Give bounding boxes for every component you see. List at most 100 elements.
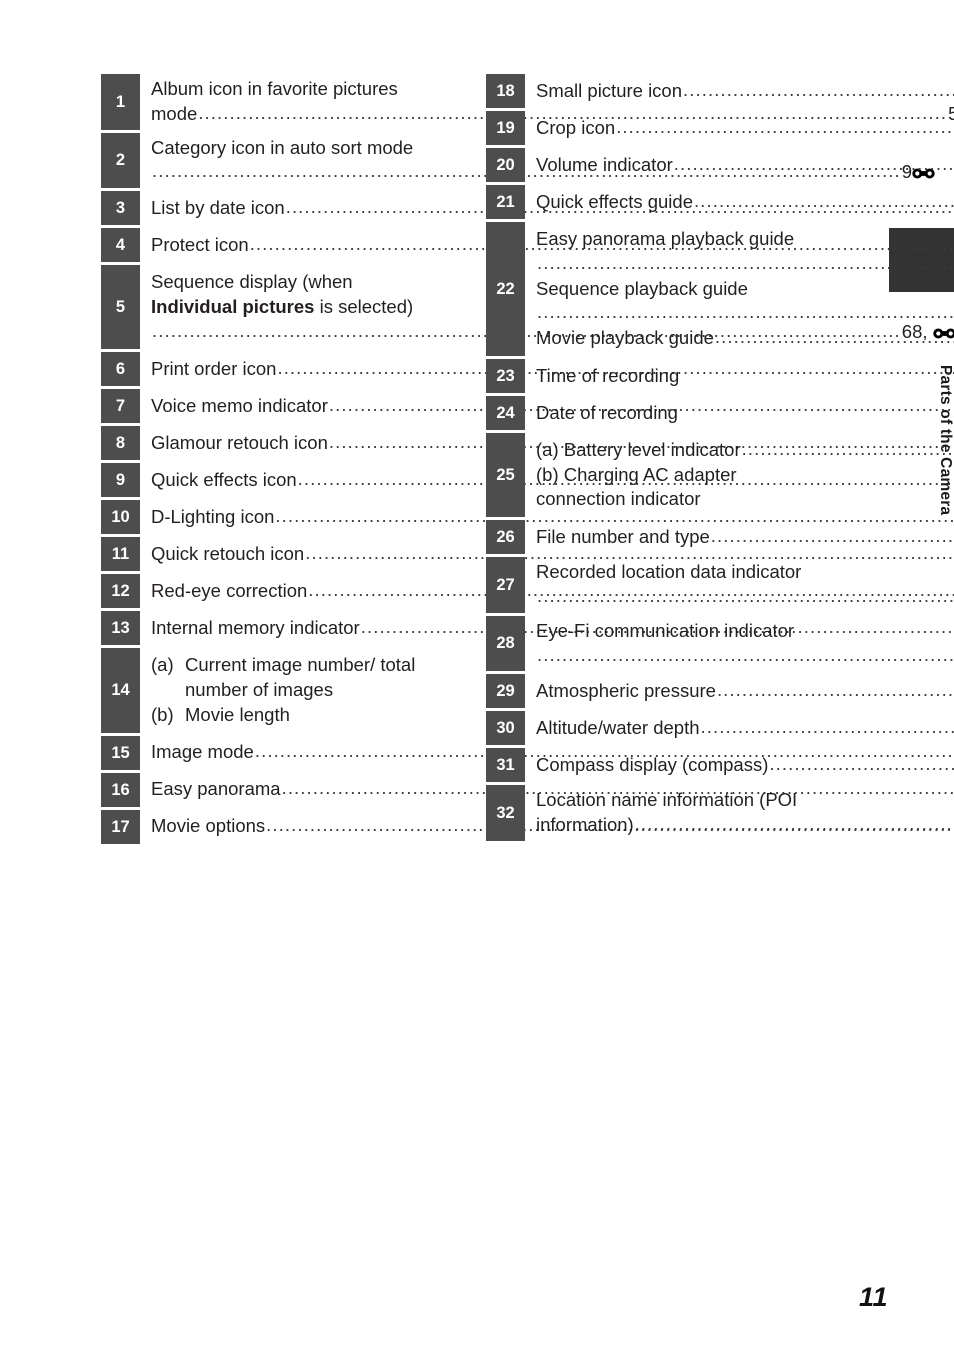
entry-text-line: Eye-Fi communication indicator — [536, 619, 795, 641]
item-entry: Time of recording — [525, 359, 842, 393]
item-entry: Eye-Fi communication indicator..........… — [525, 616, 954, 672]
entry-label: Protect icon — [151, 233, 249, 255]
entry-leader-line: ........................................… — [536, 252, 954, 277]
list-item: 31 Compass display (compass).............… — [486, 748, 954, 783]
entry-leader-line: File number and type....................… — [536, 525, 954, 550]
item-entry: Date of recording — [525, 396, 842, 430]
entry-label: Red-eye correction — [151, 580, 308, 602]
sublist-text: Movie length — [185, 704, 290, 726]
item-number-chip: 1 — [101, 74, 140, 130]
item-number-chip: 29 — [486, 674, 525, 709]
entry-label: Quick retouch icon — [151, 543, 305, 565]
entry-label: List by date icon — [151, 196, 285, 218]
entry-label: Movie playback guide — [536, 327, 714, 349]
item-number-chip: 14 — [101, 648, 140, 733]
entry-label: D-Lighting icon — [151, 506, 275, 528]
entry-label: Glamour retouch icon — [151, 432, 328, 454]
item-number-chip: 4 — [101, 228, 140, 263]
item-number-chip: 10 — [101, 500, 140, 535]
item-number-chip: 21 — [486, 185, 525, 219]
item-entry: (a) Battery level indicator.............… — [525, 433, 954, 517]
entry-text-line: (b) Charging AC adapter — [536, 463, 737, 485]
entry-label: Easy panorama — [151, 778, 281, 800]
sublist-tag: (a) — [151, 654, 174, 676]
item-number-chip: 17 — [101, 809, 140, 844]
entry-text-line: connection indicator — [536, 488, 701, 510]
item-number-chip: 25 — [486, 432, 525, 518]
manual-page: Parts of the Camera 1 Album icon in favor… — [0, 0, 954, 1345]
item-number-chip: 7 — [101, 389, 140, 424]
item-number-chip: 16 — [101, 772, 140, 807]
entry-leader-line: information)............................… — [536, 813, 954, 838]
item-number-chip: 27 — [486, 557, 525, 613]
list-item: 6 Print order icon.......................… — [101, 352, 954, 387]
leader-dots: ........................................… — [714, 326, 954, 348]
list-item: 21 Quick effects guide...................… — [486, 185, 954, 219]
item-entry: Crop icon...............................… — [525, 111, 954, 145]
entry-label: Quick effects guide — [536, 190, 693, 212]
sublist-tag: (b) — [151, 704, 174, 726]
entry-label: File number and type — [536, 525, 710, 547]
list-item: 14 (a) Current image number/ total number … — [101, 648, 457, 733]
list-item: 18 Small picture icon....................… — [486, 74, 954, 108]
item-entry: Volume indicator........................… — [525, 148, 954, 182]
entry-label: Altitude/water depth — [536, 716, 700, 738]
list-item: 5 Sequence display (when Individual pictur… — [101, 265, 954, 350]
item-sublist: (a) Current image number/ total number of… — [151, 653, 457, 727]
item-number-chip: 8 — [101, 426, 140, 461]
entry-label: Image mode — [151, 741, 254, 763]
entry-emphasis: Individual pictures — [151, 295, 315, 317]
item-entry: Location name information (POI informatio… — [525, 785, 954, 841]
item-number-chip: 12 — [101, 574, 140, 609]
item-number-chip: 22 — [486, 222, 525, 356]
entry-leader-line: ........................................… — [536, 585, 954, 610]
entry-label: Compass display (compass) — [536, 753, 769, 775]
item-entry: Altitude/water depth....................… — [525, 711, 954, 745]
item-number-chip: 24 — [486, 395, 525, 430]
item-number-chip: 18 — [486, 74, 525, 108]
list-item: 26 File number and type..................… — [486, 520, 954, 555]
leader-dots: ........................................… — [673, 152, 954, 174]
entry-leader-line: Movie playback guide....................… — [536, 326, 954, 351]
list-item: 19 Crop icon.............................… — [486, 111, 954, 145]
item-entry: Compass display (compass)...............… — [525, 748, 954, 782]
entry-text-line: Easy panorama playback guide — [536, 228, 795, 249]
sublist-row: (b) Movie length — [151, 703, 457, 728]
leader-dots: ........................................… — [683, 78, 954, 100]
leader-dots: ........................................… — [769, 752, 954, 774]
item-number-chip: 32 — [486, 785, 525, 841]
entry-leader-line: Atmospheric pressure....................… — [536, 679, 954, 704]
page-number: 11 — [858, 1282, 888, 1312]
item-number-chip: 26 — [486, 520, 525, 555]
item-number-chip: 15 — [101, 735, 140, 770]
list-item: 2 Category icon in auto sort mode........… — [101, 132, 935, 189]
entry-label: Quick effects icon — [151, 469, 297, 491]
list-item: 29 Atmospheric pressure..................… — [486, 674, 954, 709]
list-item: 23 Time of recording — [486, 358, 842, 393]
leader-dots: ........................................… — [716, 678, 954, 700]
entry-leader-line: ........................................… — [536, 301, 954, 326]
list-item: 12 Red-eye correction....................… — [101, 574, 954, 609]
entry-leader-line: Volume indicator........................… — [536, 153, 954, 178]
leader-dots: ........................................… — [537, 643, 954, 665]
entry-leader-line: Quick effects guide.....................… — [536, 190, 954, 215]
item-number-chip: 30 — [486, 711, 525, 746]
leader-dots: ........................................… — [634, 813, 954, 835]
list-item: 32 Location name information (POI informat… — [486, 785, 954, 841]
item-number-chip: 20 — [486, 148, 525, 182]
item-number-chip: 2 — [101, 132, 140, 189]
list-item: 15 Image mode............................… — [101, 735, 954, 770]
leader-dots: ........................................… — [537, 251, 954, 273]
item-entry: File number and type....................… — [525, 520, 954, 554]
entry-text-line: Recorded location data indicator — [536, 561, 802, 583]
entry-label: Voice memo indicator — [151, 395, 328, 417]
list-item: 24 Date of recording — [486, 395, 842, 430]
item-entry: Small picture icon......................… — [525, 74, 954, 108]
item-number-chip: 6 — [101, 352, 140, 387]
leader-dots: ........................................… — [616, 115, 954, 137]
list-item: 4 Protect icon...........................… — [101, 228, 954, 263]
list-item: 22 Easy panorama playback guide..........… — [486, 222, 954, 356]
list-item: 17 Movie options.........................… — [101, 809, 954, 844]
list-item: 16 Easy panorama.........................… — [101, 772, 954, 807]
entry-label: Crop icon — [536, 116, 616, 138]
